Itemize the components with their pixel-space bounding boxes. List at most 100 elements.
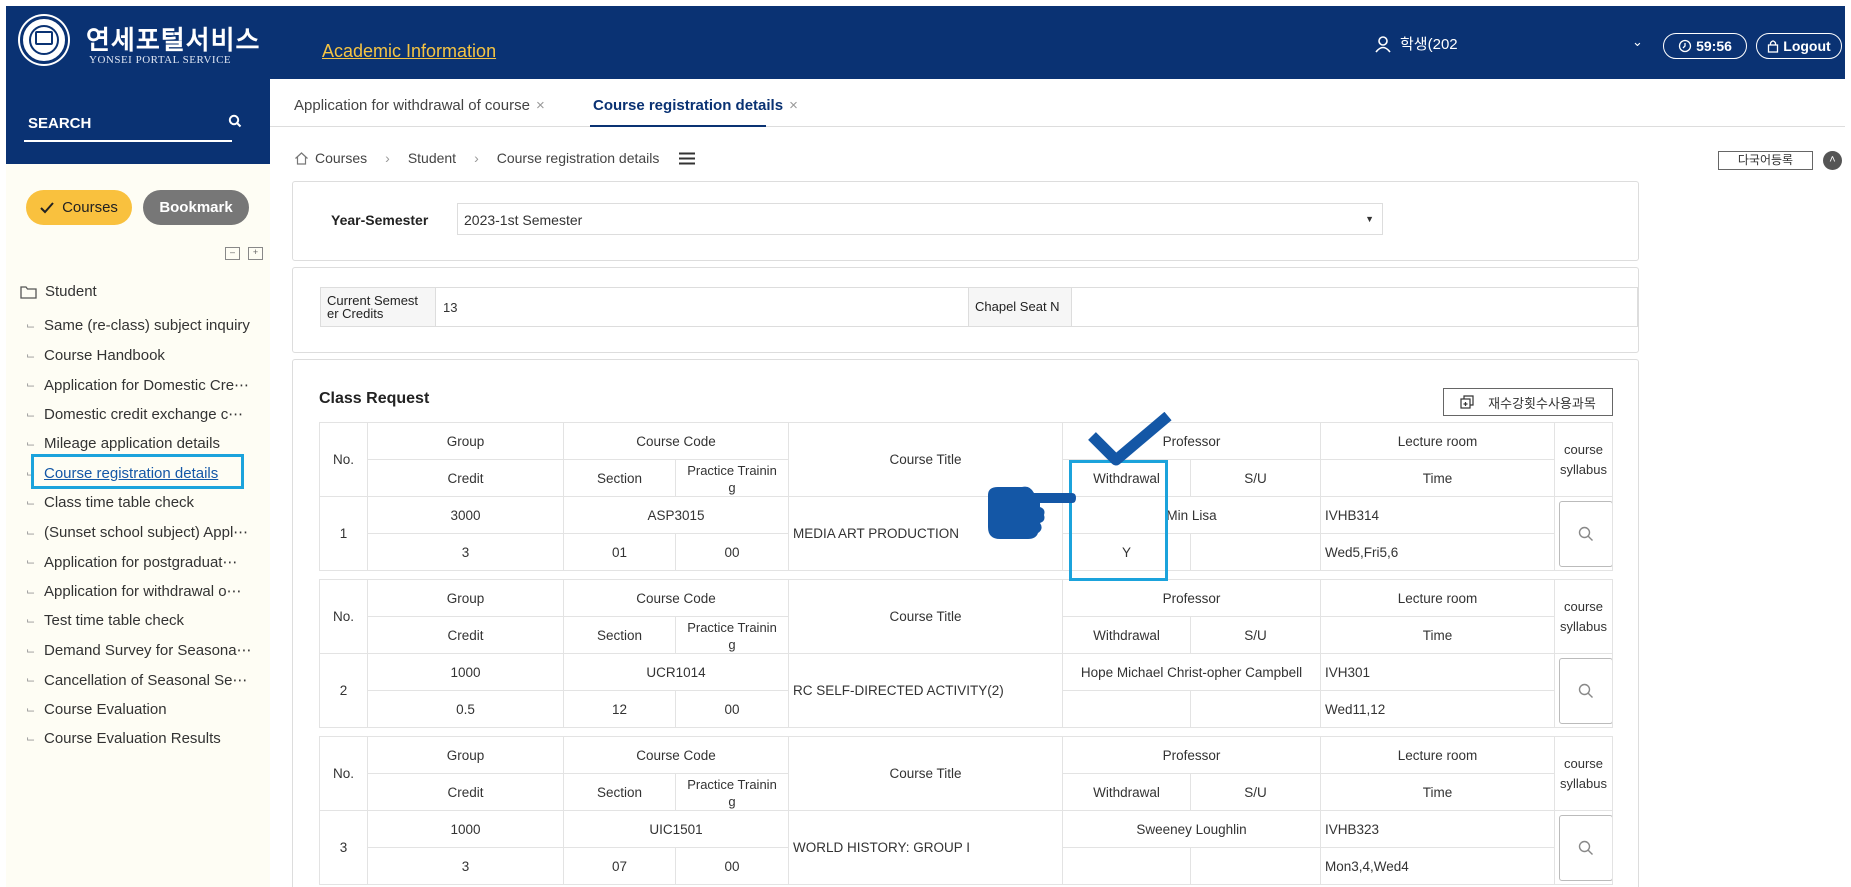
bookmark-button[interactable]: Bookmark xyxy=(143,190,249,225)
sidebar-item-label: Class time table check xyxy=(44,494,195,512)
row-spacer xyxy=(319,570,1613,580)
sidebar-item-class-timetable[interactable]: ⌙ Class time table check xyxy=(26,488,252,518)
cell-group: 1000 xyxy=(367,810,564,848)
cell-course-code: UIC1501 xyxy=(562,810,790,848)
cell-credit: 3 xyxy=(367,533,564,571)
sidebar-item-domestic-credit-application[interactable]: ⌙ Application for Domestic Cre⋯ xyxy=(26,370,252,400)
collapse-all-icon[interactable]: – xyxy=(225,247,240,260)
search-icon[interactable] xyxy=(228,114,242,128)
cell-time: Wed11,12 xyxy=(1320,690,1556,728)
sidebar-item-label: Course Evaluation xyxy=(44,700,167,718)
sidebar-item-course-handbook[interactable]: ⌙ Course Handbook xyxy=(26,341,252,371)
scroll-up-icon[interactable]: ˄ xyxy=(1823,151,1842,170)
cell-no: 1 xyxy=(319,496,368,571)
lock-icon xyxy=(1768,40,1779,53)
chevron-down-icon[interactable]: ⌄ xyxy=(1632,34,1643,50)
cell-syllabus xyxy=(1554,810,1614,885)
credit-info-panel: Current Semest er Credits 13 Chapel Seat … xyxy=(292,267,1639,353)
user-menu[interactable]: 학생(202 xyxy=(1374,33,1458,54)
header-practice-training: Practice Trainin g xyxy=(674,616,790,654)
yonsei-logo-icon[interactable] xyxy=(20,16,68,64)
highlight-box-sidebar xyxy=(31,454,244,489)
year-semester-select[interactable]: 2023-1st Semester ▼ xyxy=(457,203,1383,235)
year-semester-label: Year-Semester xyxy=(331,212,429,228)
folder-student[interactable]: Student xyxy=(20,283,97,300)
header-credit: Credit xyxy=(367,459,564,497)
header-withdrawal: Withdrawal xyxy=(1062,616,1192,654)
header-no: No. xyxy=(319,736,368,811)
table-row: 3 1000 UIC1501 WORLD HISTORY: GROUP I Sweene… xyxy=(319,810,1614,885)
tree-branch-icon: ⌙ xyxy=(26,556,36,569)
sidebar-item-same-subject-inquiry[interactable]: ⌙ Same (re-class) subject inquiry xyxy=(26,311,252,341)
cell-no: 3 xyxy=(319,810,368,885)
sidebar-item-label: Course Evaluation Results xyxy=(44,730,221,748)
logout-button[interactable]: Logout xyxy=(1756,33,1842,59)
breadcrumb-level2[interactable]: Course registration details xyxy=(497,150,660,166)
tree-branch-icon: ⌙ xyxy=(26,320,36,333)
folder-label: Student xyxy=(45,283,97,300)
header-course-title: Course Title xyxy=(788,579,1064,654)
retake-count-button[interactable]: 재수강횟수사용과목 xyxy=(1443,388,1613,416)
header-practice-training: Practice Trainin g xyxy=(674,773,790,811)
brand-title-korean[interactable]: 연세포털서비스 xyxy=(86,20,260,57)
header-course-syllabus: course syllabus xyxy=(1554,579,1614,654)
table-header-row: No. Group Course Code Course Title Professor… xyxy=(319,579,1614,654)
cell-course-code: ASP3015 xyxy=(562,496,790,534)
spacer-cell xyxy=(319,727,1613,737)
syllabus-search-button[interactable] xyxy=(1559,814,1612,881)
table-row: 2 1000 UCR1014 RC SELF-DIRECTED ACTIVITY(2)… xyxy=(319,653,1614,728)
current-semester-credits-value: 13 xyxy=(443,300,458,315)
tree-branch-icon: ⌙ xyxy=(26,497,36,510)
sidebar-item-sunset-school[interactable]: ⌙ (Sunset school subject) Appl⋯ xyxy=(26,518,252,548)
syllabus-label-line2: syllabus xyxy=(1560,775,1607,791)
hamburger-menu-icon[interactable] xyxy=(679,152,696,165)
sidebar-item-test-timetable[interactable]: ⌙ Test time table check xyxy=(26,606,252,636)
tree-branch-icon: ⌙ xyxy=(26,349,36,362)
bookmark-button-label: Bookmark xyxy=(159,199,233,216)
tab-course-registration-details[interactable]: Course registration details × xyxy=(593,97,798,114)
close-icon[interactable]: × xyxy=(789,97,798,114)
sidebar-item-domestic-credit-exchange[interactable]: ⌙ Domestic credit exchange c⋯ xyxy=(26,400,252,430)
header-su: S/U xyxy=(1190,459,1322,497)
spacer-cell xyxy=(319,570,1613,580)
close-icon[interactable]: × xyxy=(536,97,545,114)
logout-label: Logout xyxy=(1783,38,1831,54)
current-semester-credits-label: Current Semest er Credits xyxy=(321,288,436,326)
header-section: Section xyxy=(563,773,676,811)
header-course-code: Course Code xyxy=(562,579,790,617)
sidebar-item-label: Mileage application details xyxy=(44,435,220,453)
multilingual-register-button[interactable]: 다국어등록 xyxy=(1718,151,1813,170)
tab-label: Course registration details xyxy=(593,97,784,114)
sidebar-item-label: Application for Domestic Cre⋯ xyxy=(44,376,250,394)
cell-credit: 0.5 xyxy=(367,690,564,728)
home-icon[interactable] xyxy=(294,151,309,165)
cell-practice: 00 xyxy=(674,533,790,571)
sidebar-item-demand-survey[interactable]: ⌙ Demand Survey for Seasona⋯ xyxy=(26,636,252,666)
courses-button[interactable]: Courses xyxy=(26,190,132,225)
syllabus-label-line2: syllabus xyxy=(1560,618,1607,634)
tree-branch-icon: ⌙ xyxy=(26,703,36,716)
expand-all-icon[interactable]: + xyxy=(248,247,263,260)
search-input[interactable]: SEARCH xyxy=(28,115,91,132)
cell-syllabus xyxy=(1554,496,1614,571)
session-timer-button[interactable]: 59:56 xyxy=(1663,33,1747,59)
syllabus-search-button[interactable] xyxy=(1559,500,1612,567)
sidebar-item-withdrawal-application[interactable]: ⌙ Application for withdrawal o⋯ xyxy=(26,577,252,607)
copy-icon xyxy=(1460,395,1474,409)
folder-icon xyxy=(20,285,37,299)
syllabus-search-button[interactable] xyxy=(1559,657,1612,724)
table-header-row: No. Group Course Code Course Title Professor… xyxy=(319,736,1614,811)
sidebar-item-postgraduate-application[interactable]: ⌙ Application for postgraduat⋯ xyxy=(26,547,252,577)
sidebar-item-course-evaluation-results[interactable]: ⌙ Course Evaluation Results xyxy=(26,724,252,754)
pointing-hand-icon xyxy=(988,486,1076,539)
breadcrumb-level1[interactable]: Student xyxy=(408,150,456,166)
tree-branch-icon: ⌙ xyxy=(26,379,36,392)
courses-button-label: Courses xyxy=(62,199,118,216)
sidebar-item-label: Same (re-class) subject inquiry xyxy=(44,317,250,335)
breadcrumb-home[interactable]: Courses xyxy=(315,150,367,166)
tab-withdrawal-application[interactable]: Application for withdrawal of course × xyxy=(294,97,545,114)
academic-information-link[interactable]: Academic Information xyxy=(322,41,496,62)
sidebar-item-seasonal-cancellation[interactable]: ⌙ Cancellation of Seasonal Se⋯ xyxy=(26,665,252,695)
sidebar-item-course-evaluation[interactable]: ⌙ Course Evaluation xyxy=(26,695,252,725)
practice-label-line1: Practice Trainin xyxy=(687,777,777,792)
